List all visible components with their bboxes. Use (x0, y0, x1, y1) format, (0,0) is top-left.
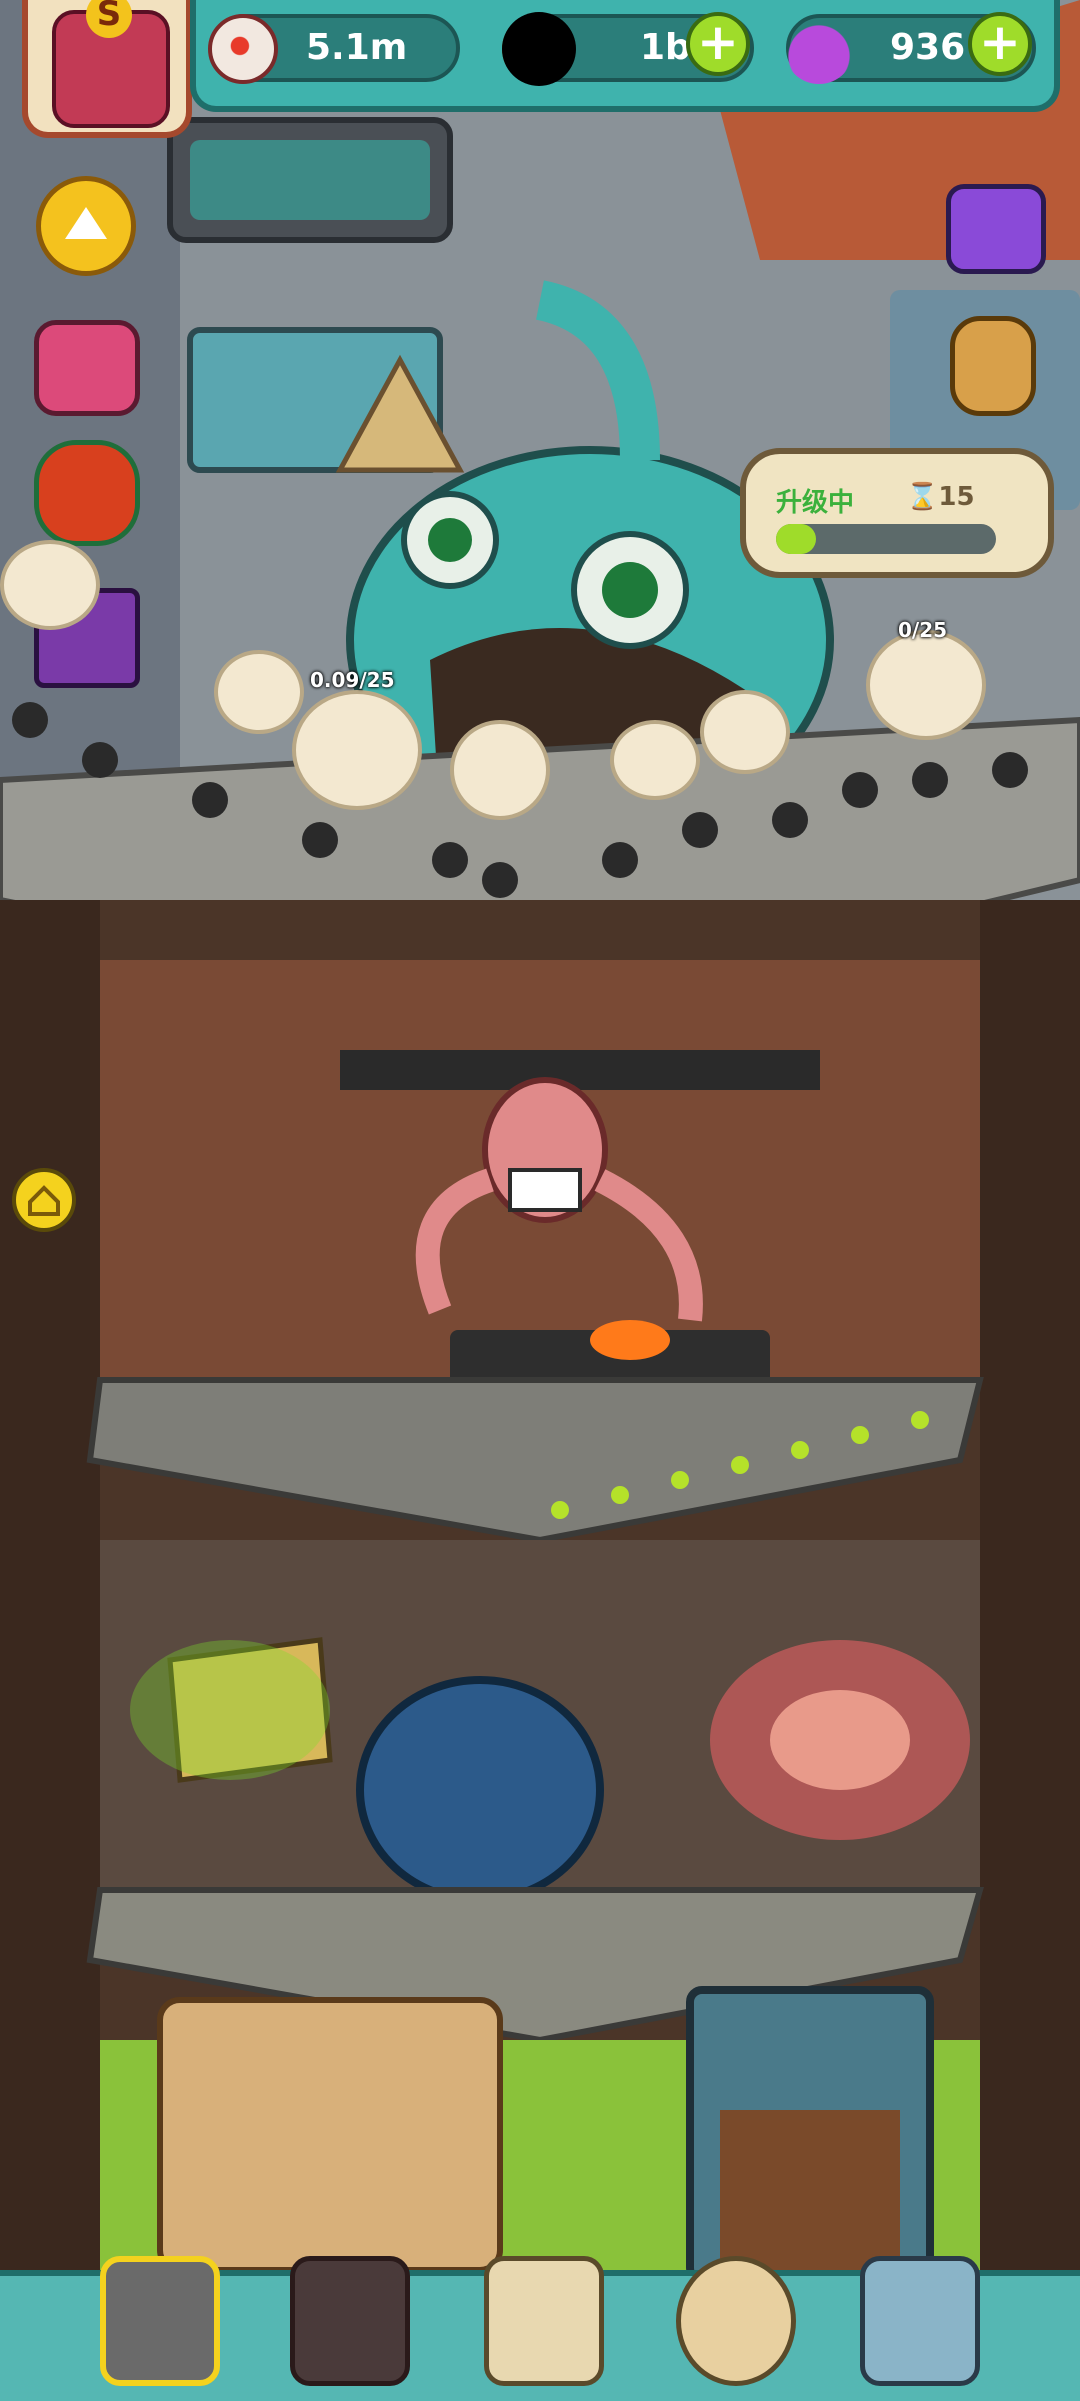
arrow-up-icon (65, 207, 107, 239)
customer-thought-bubble[interactable] (866, 630, 986, 740)
eyeball-value: 5.1m (306, 27, 408, 68)
eyeball-icon (208, 14, 278, 84)
customer-counter-left: 0.09/25 (310, 668, 395, 692)
fruit-event-button[interactable] (34, 440, 140, 546)
nav-money-bag-button[interactable] (676, 2256, 796, 2386)
customer-thought-bubble[interactable] (700, 690, 790, 774)
potion-icon (784, 14, 854, 84)
camera-cutout (502, 12, 576, 86)
nav-grid-menu-button[interactable] (860, 2256, 980, 2386)
bottom-navigation (0, 2256, 1080, 2401)
nav-monster-button[interactable] (290, 2256, 410, 2386)
upgrade-progress-bar (776, 524, 996, 554)
add-potions-button[interactable]: + (968, 12, 1032, 76)
game-background (0, 0, 1080, 2300)
nav-recipe-book-button[interactable] (484, 2256, 604, 2386)
customer-thought-bubble[interactable] (292, 690, 422, 810)
add-coins-button[interactable]: + (686, 12, 750, 76)
resource-bar: 5.1m 1b + 936 + (190, 0, 1060, 112)
video-ad-button[interactable] (946, 184, 1046, 274)
home-icon (28, 1185, 60, 1216)
upgrade-status-text: 升级中 (776, 488, 855, 518)
home-button[interactable] (12, 1168, 76, 1232)
customer-thought-bubble[interactable] (214, 650, 304, 734)
upgrade-progress-fill (776, 524, 816, 554)
gift-box-button[interactable] (34, 320, 140, 416)
upgrade-timer: ⌛15 (906, 482, 975, 512)
customer-thought-bubble[interactable] (450, 720, 550, 820)
game-scene[interactable] (0, 0, 1080, 2401)
potion-value: 936 (890, 27, 966, 68)
player-avatar[interactable]: S (22, 0, 192, 138)
nav-restaurant-button[interactable] (100, 2256, 220, 2386)
customer-counter-right: 0/25 (898, 618, 948, 642)
coin-value: 1b (640, 27, 691, 68)
customer-thought-bubble[interactable] (610, 720, 700, 800)
collapse-menu-button[interactable] (36, 176, 136, 276)
customer-thought-bubble[interactable] (0, 540, 100, 630)
upgrade-timer-value: 15 (938, 482, 975, 512)
eyeball-counter[interactable]: 5.1m (208, 14, 460, 84)
backpack-button[interactable] (950, 316, 1036, 416)
upgrade-status-bubble[interactable]: 升级中 ⌛15 (740, 448, 1054, 578)
